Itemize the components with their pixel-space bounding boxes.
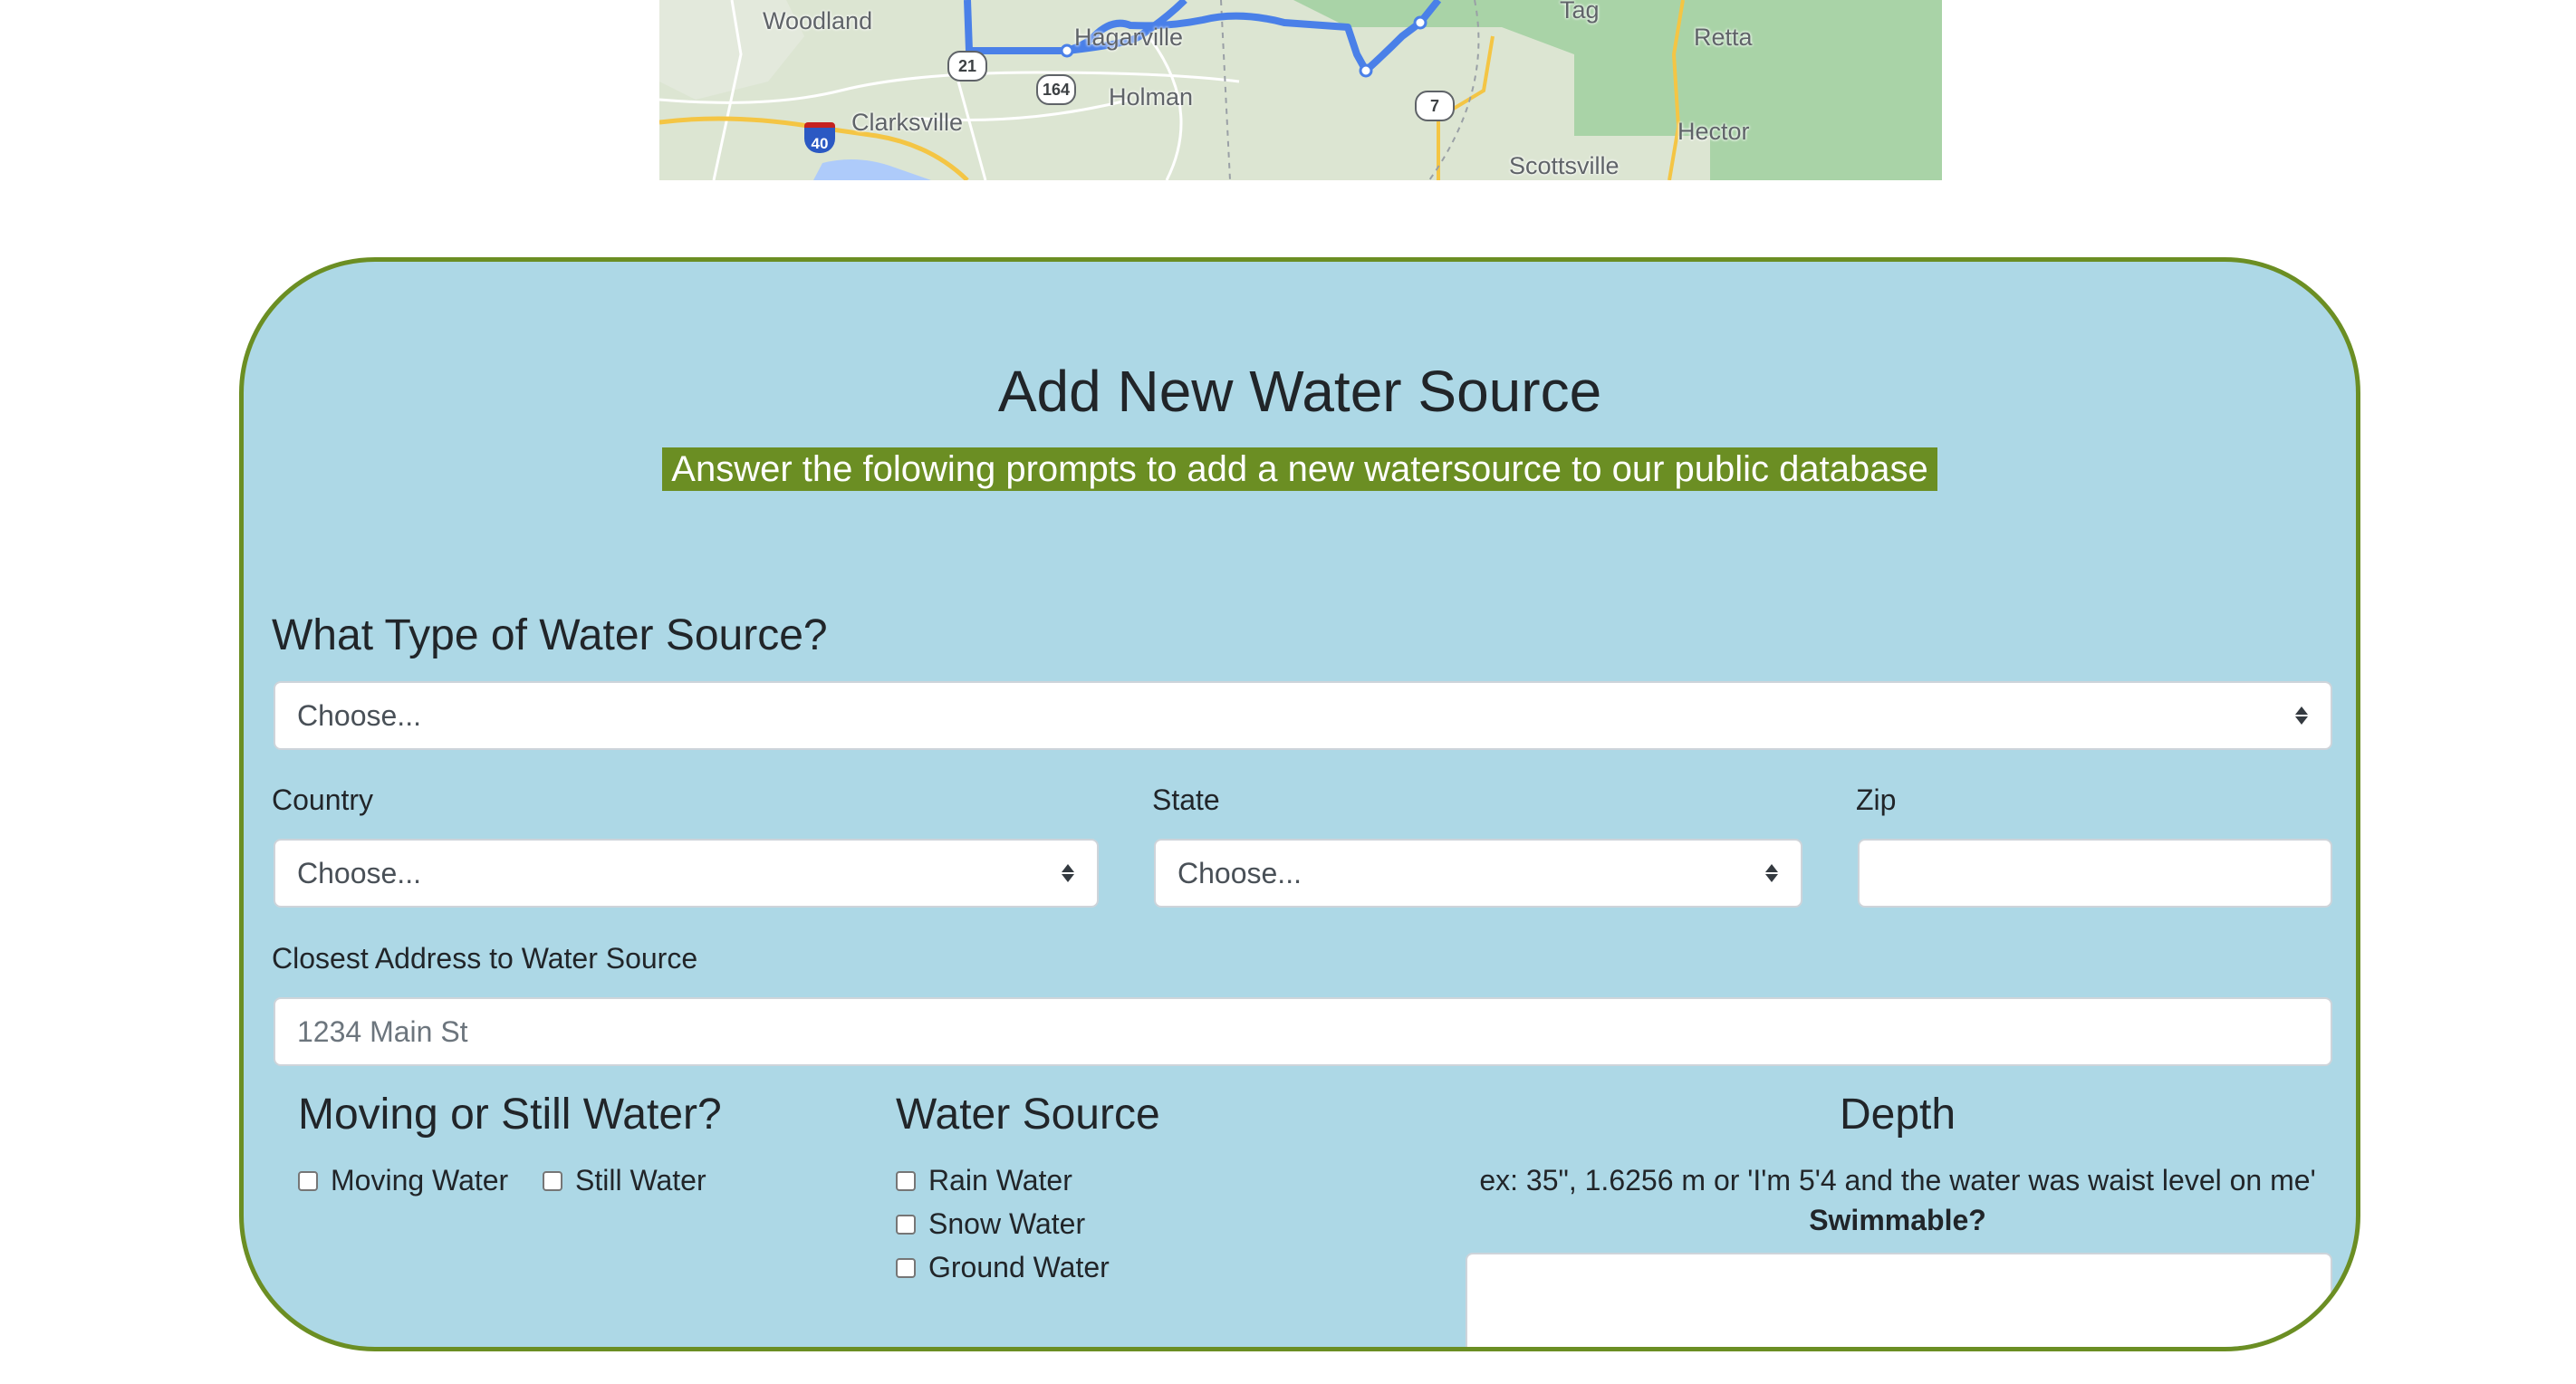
zip-input[interactable] xyxy=(1858,839,2332,908)
country-select[interactable]: Choose... xyxy=(274,839,1099,908)
route-164-shield: 164 xyxy=(1036,74,1076,105)
still-water-label: Still Water xyxy=(575,1164,706,1197)
address-input-placeholder: 1234 Main St xyxy=(297,1014,468,1048)
country-select-value: Choose... xyxy=(297,856,421,889)
select-arrows-icon xyxy=(1061,862,1075,884)
checkbox-box[interactable] xyxy=(298,1170,318,1191)
map-label-woodland: Woodland xyxy=(763,7,873,34)
checkbox-box[interactable] xyxy=(896,1170,916,1191)
moving-heading: Moving or Still Water? xyxy=(298,1091,722,1139)
map-label-tag: Tag xyxy=(1560,0,1600,24)
moving-water-checkbox[interactable]: Moving Water xyxy=(298,1164,508,1197)
ground-water-label: Ground Water xyxy=(928,1251,1110,1283)
state-select-value: Choose... xyxy=(1177,856,1302,889)
page-title: Add New Water Source xyxy=(997,359,1602,424)
water-type-select[interactable]: Choose... xyxy=(274,681,2332,750)
select-arrows-icon xyxy=(2294,705,2309,726)
checkbox-box[interactable] xyxy=(896,1257,916,1278)
page-subtitle: Answer the folowing prompts to add a new… xyxy=(662,447,1937,491)
depth-input[interactable] xyxy=(1466,1253,2332,1347)
swimmable-label: Swimmable? xyxy=(1809,1204,1986,1236)
route-7-shield: 7 xyxy=(1415,91,1455,121)
address-label: Closest Address to Water Source xyxy=(272,942,698,975)
address-input[interactable]: 1234 Main St xyxy=(274,997,2332,1066)
rain-water-label: Rain Water xyxy=(928,1164,1072,1197)
checkbox-box[interactable] xyxy=(896,1214,916,1235)
add-water-source-card: Add New Water Source Answer the folowing… xyxy=(239,257,2360,1351)
rain-water-checkbox[interactable]: Rain Water xyxy=(896,1164,1072,1197)
ground-water-checkbox[interactable]: Ground Water xyxy=(896,1251,1110,1284)
state-select[interactable]: Choose... xyxy=(1154,839,1802,908)
interstate-40-shield: 40 xyxy=(804,122,835,153)
depth-hint: ex: 35", 1.6256 m or 'I'm 5'4 and the wa… xyxy=(1479,1164,2316,1197)
snow-water-checkbox[interactable]: Snow Water xyxy=(896,1207,1085,1241)
map-label-hector: Hector xyxy=(1677,118,1750,145)
map-label-scottsville: Scottsville xyxy=(1509,152,1620,179)
subtitle-wrapper: Answer the folowing prompts to add a new… xyxy=(244,447,2356,491)
depth-heading: Depth xyxy=(1839,1091,1956,1139)
map-label-hagarville: Hagarville xyxy=(1074,24,1184,51)
map-label-clarksville: Clarksville xyxy=(851,109,964,136)
source-heading: Water Source xyxy=(896,1091,1160,1139)
route-map[interactable]: Woodland Hagarville Holman Clarksville T… xyxy=(659,0,1942,180)
zip-label: Zip xyxy=(1856,783,1897,816)
map-label-holman: Holman xyxy=(1109,83,1194,111)
state-label: State xyxy=(1152,783,1220,816)
map-label-retta: Retta xyxy=(1694,24,1753,51)
country-label: Country xyxy=(272,783,374,816)
still-water-checkbox[interactable]: Still Water xyxy=(543,1164,706,1197)
type-heading: What Type of Water Source? xyxy=(272,611,828,659)
checkbox-box[interactable] xyxy=(543,1170,562,1191)
moving-water-label: Moving Water xyxy=(331,1164,509,1197)
water-type-select-value: Choose... xyxy=(297,698,421,732)
snow-water-label: Snow Water xyxy=(928,1207,1086,1240)
route-21-shield: 21 xyxy=(947,51,987,82)
select-arrows-icon xyxy=(1764,862,1779,884)
